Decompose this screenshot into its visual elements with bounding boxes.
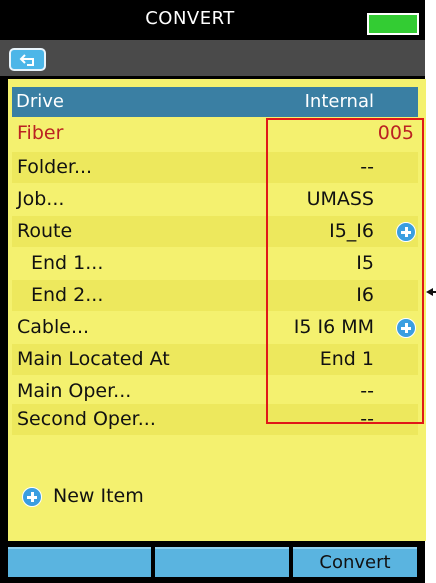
title-bar: CONVERT <box>0 0 425 40</box>
fiber-label: Fiber <box>17 122 64 144</box>
battery-icon <box>367 13 419 35</box>
softkey-2[interactable] <box>155 547 289 577</box>
route-label: Route <box>17 220 73 242</box>
main-located-label: Main Located At <box>17 348 170 370</box>
drive-value: Internal <box>304 91 374 112</box>
end2-label: End 2... <box>31 284 104 306</box>
end1-label: End 1... <box>31 252 104 274</box>
back-arrow-icon <box>19 53 34 66</box>
drive-label: Drive <box>16 91 64 112</box>
convert-button[interactable]: Convert <box>293 547 417 577</box>
cable-label: Cable... <box>17 316 90 338</box>
job-label: Job... <box>17 188 65 210</box>
new-item-plus-icon <box>22 487 42 507</box>
second-oper-label: Second Oper... <box>17 408 156 430</box>
value-highlight-box <box>266 118 424 424</box>
back-button[interactable] <box>9 48 46 71</box>
softkey-1[interactable] <box>8 547 151 577</box>
drive-row[interactable]: Drive Internal <box>12 87 418 117</box>
window-title: CONVERT <box>145 8 235 29</box>
main-oper-label: Main Oper... <box>17 380 132 402</box>
folder-label: Folder... <box>17 156 93 178</box>
pointer-arrow-icon <box>426 288 436 296</box>
toolbar <box>0 40 425 76</box>
new-item-label: New Item <box>53 485 144 507</box>
